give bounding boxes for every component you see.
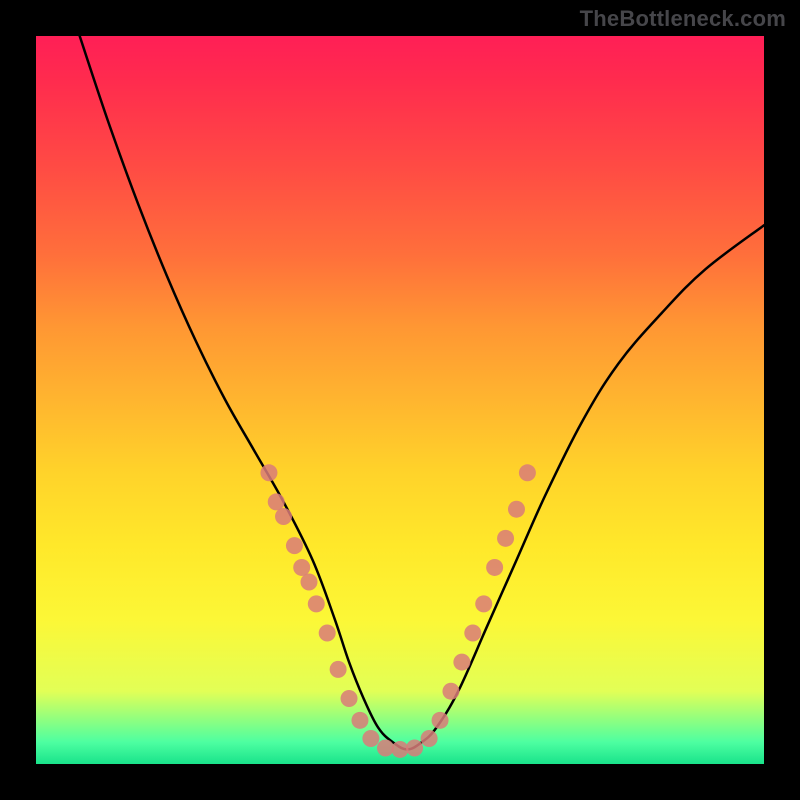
data-point	[351, 712, 368, 729]
data-point	[392, 741, 409, 758]
data-point	[377, 739, 394, 756]
data-point	[341, 690, 358, 707]
data-point	[308, 595, 325, 612]
data-point	[464, 624, 481, 641]
data-point	[432, 712, 449, 729]
data-point	[268, 493, 285, 510]
data-point	[301, 574, 318, 591]
data-point	[453, 654, 470, 671]
data-point	[497, 530, 514, 547]
data-point	[421, 730, 438, 747]
data-point	[293, 559, 310, 576]
data-point	[519, 464, 536, 481]
data-point	[406, 739, 423, 756]
chart-svg	[36, 36, 764, 764]
data-point	[508, 501, 525, 518]
watermark-text: TheBottleneck.com	[580, 6, 786, 32]
data-point	[286, 537, 303, 554]
bottleneck-curve	[80, 36, 764, 749]
data-point	[319, 624, 336, 641]
data-point	[442, 683, 459, 700]
data-point	[486, 559, 503, 576]
data-point	[362, 730, 379, 747]
plot-area	[36, 36, 764, 764]
chart-frame: TheBottleneck.com	[0, 0, 800, 800]
data-point	[475, 595, 492, 612]
data-point	[275, 508, 292, 525]
data-point	[260, 464, 277, 481]
data-point	[330, 661, 347, 678]
